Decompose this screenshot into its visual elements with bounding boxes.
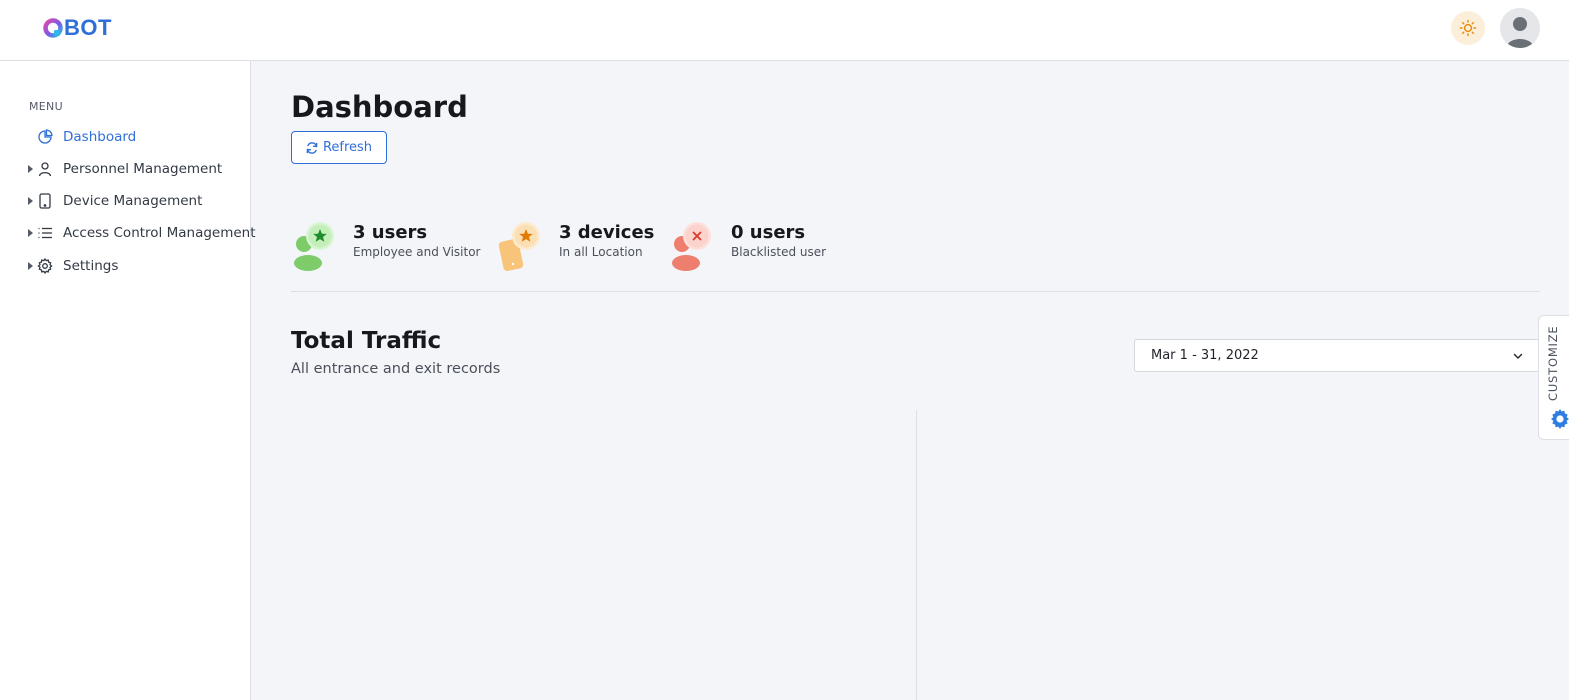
pie-chart-icon	[36, 128, 54, 146]
qbot-logo[interactable]: BOT	[42, 15, 112, 41]
date-range-select[interactable]: Mar 1 - 31, 2022	[1134, 339, 1540, 372]
chart-area-divider	[916, 410, 917, 700]
stat-blacklisted-label: Blacklisted user	[731, 245, 827, 259]
sidebar-item-access-control-management[interactable]: Access Control Management	[0, 220, 256, 246]
user-star-icon	[294, 222, 334, 271]
refresh-label: Refresh	[322, 140, 373, 155]
gear-icon	[36, 257, 54, 275]
sidebar-item-label: Device Management	[63, 193, 203, 209]
stat-devices: 3 devices In all Location	[498, 218, 658, 274]
device-star-icon	[498, 222, 540, 272]
caret-right-icon	[27, 262, 33, 270]
tablet-icon	[36, 192, 54, 210]
caret-right-icon	[27, 197, 33, 205]
theme-toggle-button[interactable]	[1451, 11, 1485, 45]
sidebar-item-label: Dashboard	[63, 129, 137, 145]
sidebar-item-personnel-management[interactable]: Personnel Management	[0, 156, 250, 182]
stat-users-value: 3 users	[353, 222, 428, 243]
page-title: Dashboard	[291, 90, 468, 124]
refresh-icon	[306, 141, 318, 154]
stat-users: 3 users Employee and Visitor	[291, 218, 481, 274]
customize-label: CUSTOMIZE	[1546, 325, 1560, 401]
traffic-title: Total Traffic	[291, 328, 442, 354]
sidebar-item-label: Settings	[63, 258, 119, 274]
user-avatar-icon	[1500, 8, 1540, 48]
chevron-down-icon	[1513, 353, 1523, 359]
sun-icon	[1459, 19, 1477, 37]
sidebar: MENU Dashboard Personnel Management Devi…	[0, 61, 256, 700]
stat-users-label: Employee and Visitor	[353, 245, 481, 259]
logo-q-mark-icon	[43, 18, 63, 38]
sidebar-item-label: Personnel Management	[63, 161, 223, 177]
sidebar-item-dashboard[interactable]: Dashboard	[0, 124, 250, 150]
caret-right-icon	[27, 165, 33, 173]
stat-blacklisted-value: 0 users	[731, 222, 806, 243]
caret-right-icon	[27, 229, 33, 237]
stat-devices-label: In all Location	[559, 245, 643, 259]
sidebar-item-device-management[interactable]: Device Management	[0, 188, 250, 214]
list-icon	[36, 224, 54, 242]
user-avatar[interactable]	[1500, 8, 1540, 48]
menu-heading: MENU	[29, 100, 63, 113]
traffic-subtitle: All entrance and exit records	[291, 361, 501, 377]
user-blocked-icon	[672, 222, 711, 271]
sidebar-item-settings[interactable]: Settings	[0, 253, 250, 279]
refresh-button[interactable]: Refresh	[291, 131, 387, 164]
section-divider	[291, 291, 1540, 292]
customize-tab[interactable]: CUSTOMIZE	[1538, 315, 1569, 440]
sidebar-item-label: Access Control Management	[63, 225, 256, 241]
stat-devices-value: 3 devices	[559, 222, 655, 243]
top-header: BOT	[0, 0, 1569, 61]
gear-icon	[1551, 409, 1569, 429]
date-range-value: Mar 1 - 31, 2022	[1151, 348, 1259, 363]
logo-text: BOT	[64, 15, 112, 40]
user-icon	[36, 160, 54, 178]
stat-blacklisted: 0 users Blacklisted user	[670, 218, 840, 274]
